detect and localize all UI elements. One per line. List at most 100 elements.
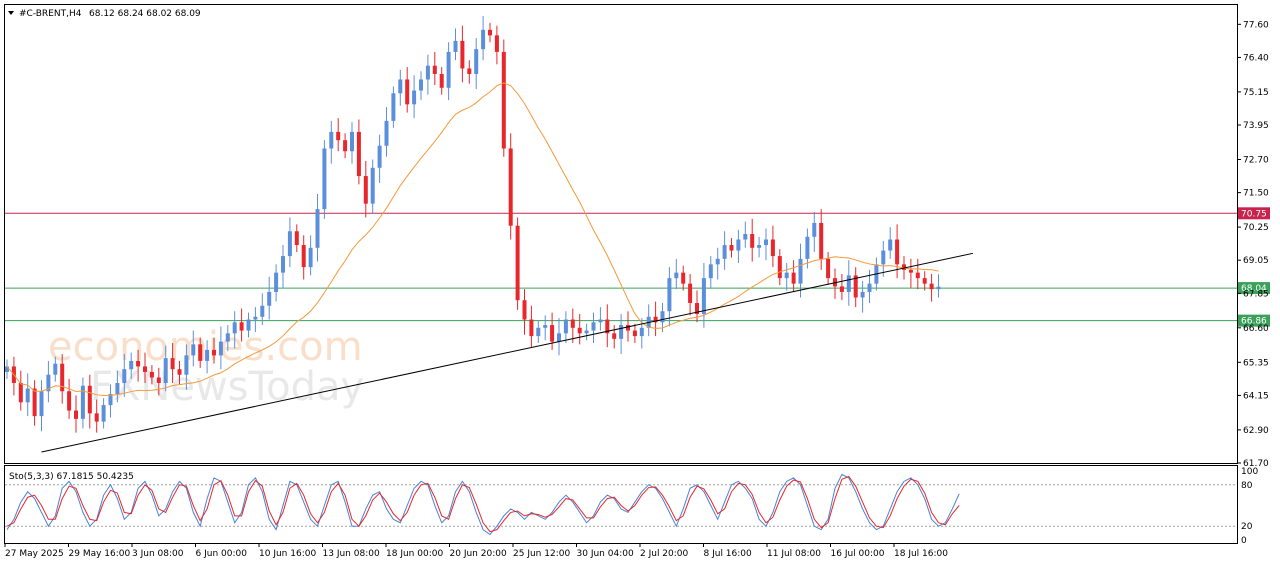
candle-body <box>432 65 437 74</box>
candle-body <box>798 258 803 284</box>
time-tick-label: 6 Jun 00:00 <box>196 549 248 559</box>
candle-body <box>301 245 306 268</box>
candle-body <box>839 286 844 292</box>
symbol-label: #C-BRENT,H4 <box>19 9 82 19</box>
candle-body <box>308 247 313 268</box>
candle-body <box>529 319 534 337</box>
time-tick-label: 25 Jun 12:00 <box>513 549 570 559</box>
candle-body <box>467 68 472 74</box>
candle-body <box>550 325 555 342</box>
price-tick-label: 73.95 <box>1243 121 1269 131</box>
ohlc-readout: 68.12 68.24 68.02 68.09 <box>89 9 201 19</box>
candle-body <box>557 333 561 342</box>
candle-body <box>18 382 23 403</box>
candle-body <box>156 377 161 383</box>
candle-body <box>784 272 789 279</box>
candle-body <box>632 330 637 337</box>
price-tick-label: 65.35 <box>1243 358 1269 368</box>
candle-body <box>598 319 603 323</box>
candle-body <box>888 239 893 251</box>
time-tick-label: 10 Jun 16:00 <box>259 549 316 559</box>
candle-body <box>736 239 741 251</box>
candle-body <box>39 391 44 417</box>
candle-body <box>232 322 237 334</box>
candle-body <box>743 234 748 240</box>
candle-body <box>860 291 865 298</box>
candle-body <box>129 360 134 370</box>
candle-body <box>94 413 99 422</box>
time-tick-label: 16 Jul 00:00 <box>831 549 885 559</box>
time-tick-label: 27 May 2025 <box>5 549 64 559</box>
candle-body <box>267 291 272 306</box>
price-tick-label: 64.15 <box>1243 391 1269 401</box>
candle-body <box>253 316 258 320</box>
candle-body <box>929 283 934 290</box>
candle-body <box>681 272 686 284</box>
price-tick-label: 62.90 <box>1243 426 1269 436</box>
candle-body <box>205 349 210 361</box>
chart-canvas: economies.com FXNewsToday #C-BRENT,H4 68… <box>4 4 1270 559</box>
candle-body <box>260 305 265 317</box>
candle-body <box>570 319 575 328</box>
candle-body <box>915 272 920 279</box>
candle-body <box>149 371 154 378</box>
time-tick-label: 8 Jul 16:00 <box>704 549 753 559</box>
candle-body <box>819 222 824 259</box>
candle-body <box>902 264 906 270</box>
candle-body <box>846 275 851 292</box>
price-tick-label: 67.85 <box>1243 289 1269 299</box>
candle-body <box>425 65 430 80</box>
candle-body <box>439 73 444 88</box>
candle-body <box>515 225 520 301</box>
candle-body <box>481 29 486 50</box>
price-tick-label: 66.60 <box>1243 324 1269 334</box>
candle-body <box>674 272 679 279</box>
time-tick-label: 18 Jun 00:00 <box>386 549 443 559</box>
candle-body <box>225 333 230 342</box>
candle-body <box>170 358 175 370</box>
candle-body <box>239 322 244 331</box>
candle-body <box>136 360 141 367</box>
candle-body <box>922 278 927 284</box>
candle-body <box>563 319 568 334</box>
candle-body <box>895 239 900 265</box>
price-tick-label: 70.25 <box>1243 223 1269 233</box>
stoch-tick-label: 20 <box>1241 522 1253 532</box>
price-tick-label: 76.40 <box>1243 53 1269 63</box>
candle-body <box>612 333 617 339</box>
candle-body <box>377 145 382 168</box>
candle-body <box>336 131 341 141</box>
candle-body <box>708 264 713 279</box>
candle-body <box>294 231 299 246</box>
candle-body <box>522 300 527 320</box>
candle-body <box>667 278 672 312</box>
stochastic-title: Sto(5,3,3) 67.1815 50.4235 <box>9 472 134 482</box>
candle-body <box>177 369 182 375</box>
candle-body <box>287 231 292 257</box>
time-tick-label: 29 May 16:00 <box>69 549 131 559</box>
candle-body <box>398 79 403 94</box>
candle-body <box>591 322 596 331</box>
price-tick-label: 72.70 <box>1243 156 1269 166</box>
candle-body <box>812 222 817 237</box>
price-tick-label: 77.60 <box>1243 20 1269 30</box>
candle-body <box>315 209 320 248</box>
candle-body <box>5 366 9 372</box>
candle-body <box>722 245 727 259</box>
candle-body <box>384 120 389 146</box>
candle-body <box>32 388 37 417</box>
candle-body <box>460 40 465 69</box>
candle-body <box>53 363 58 375</box>
candle-body <box>543 325 548 328</box>
candle-body <box>343 140 348 152</box>
stoch-tick-label: 100 <box>1241 467 1258 477</box>
candle-body <box>729 245 734 251</box>
candle-body <box>626 325 630 331</box>
time-tick-label: 3 Jun 08:00 <box>132 549 184 559</box>
candle-body <box>356 131 361 177</box>
time-tick-label: 2 Jul 20:00 <box>640 549 689 559</box>
candle-body <box>715 258 720 265</box>
candle-body <box>246 319 251 331</box>
candle-body <box>936 286 941 290</box>
candle-body <box>391 93 396 121</box>
